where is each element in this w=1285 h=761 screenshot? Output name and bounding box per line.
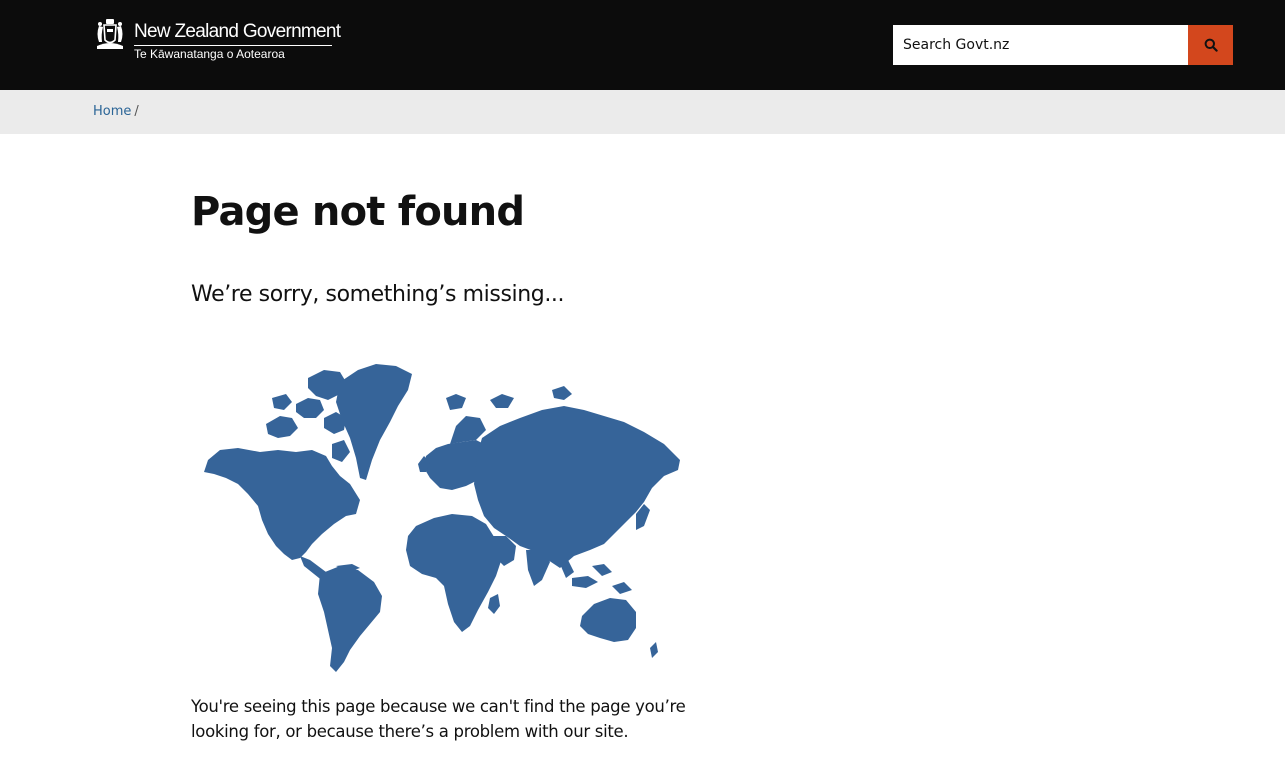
page-not-found-message: You're seeing this page because we can't…	[191, 697, 686, 741]
south-america-shape	[318, 566, 382, 672]
breadcrumb-separator: /	[134, 104, 139, 119]
breadcrumb-bar: Home /	[0, 90, 1285, 134]
logo-underline	[134, 45, 332, 46]
page-subtitle: We’re sorry, something’s missing...	[191, 282, 565, 307]
search-button[interactable]	[1188, 25, 1233, 65]
logo-text: New Zealand Government Te Kāwanatanga o …	[134, 21, 341, 61]
australia-shape	[580, 598, 636, 642]
breadcrumb: Home /	[93, 103, 139, 120]
search-icon	[1204, 38, 1218, 52]
search-input[interactable]	[893, 25, 1188, 65]
site-header: New Zealand Government Te Kāwanatanga o …	[0, 0, 1285, 90]
coat-of-arms-icon	[97, 19, 123, 49]
breadcrumb-home-link[interactable]: Home	[93, 104, 131, 119]
africa-shape	[406, 514, 502, 632]
logo-english-text: New Zealand Government	[134, 21, 341, 42]
world-map-icon	[204, 364, 680, 672]
logo-maori-text: Te Kāwanatanga o Aotearoa	[134, 47, 285, 61]
greenland-shape	[336, 364, 412, 480]
search-form	[893, 25, 1233, 65]
north-america-shape	[204, 448, 360, 560]
page-title: Page not found	[191, 189, 525, 235]
